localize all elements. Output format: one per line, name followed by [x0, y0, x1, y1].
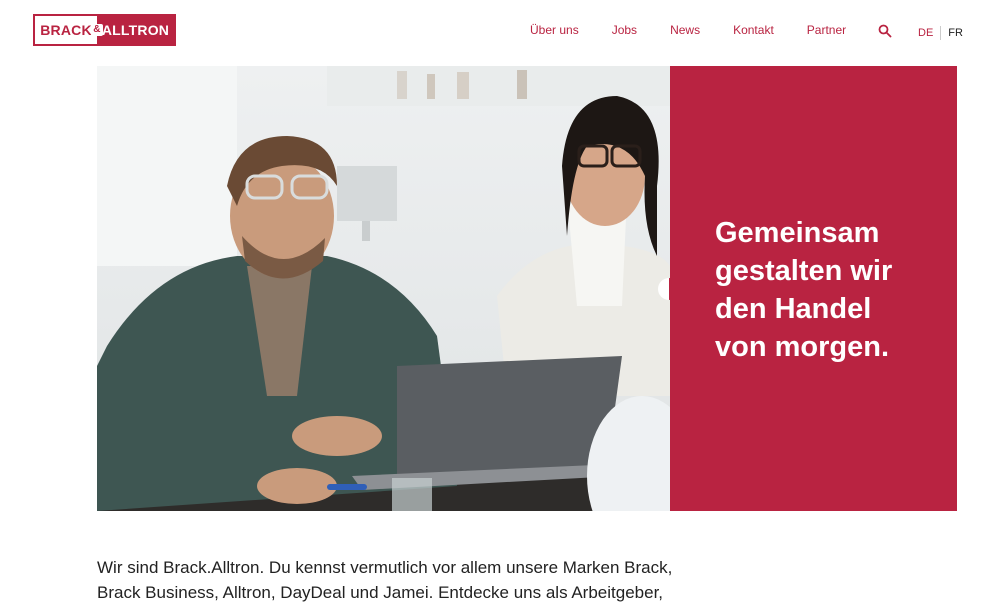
hero-panel: Gemeinsam gestalten wir den Handel von m… — [670, 66, 957, 511]
hero-divider-dot — [658, 278, 680, 300]
nav-news[interactable]: News — [670, 23, 700, 37]
lang-divider — [940, 26, 942, 40]
logo-alltron-text: ALLTRON — [101, 22, 170, 38]
nav-kontakt[interactable]: Kontakt — [733, 23, 774, 37]
lang-de[interactable]: DE — [918, 27, 933, 39]
logo-brack: BRACK — [35, 16, 97, 44]
nav-jobs[interactable]: Jobs — [612, 23, 637, 37]
nav-ueber-uns[interactable]: Über uns — [530, 23, 579, 37]
intro-text: Wir sind Brack.Alltron. Du kennst vermut… — [97, 555, 697, 605]
hero-photo — [97, 66, 670, 511]
lang-fr[interactable]: FR — [948, 27, 963, 39]
intro-line: Brack Business, Alltron, DayDeal und Jam… — [97, 583, 664, 602]
language-switcher: DE FR — [918, 26, 963, 40]
brand-logo[interactable]: BRACK & ALLTRON — [33, 14, 176, 46]
search-icon[interactable] — [878, 24, 892, 38]
nav-partner[interactable]: Partner — [807, 23, 846, 37]
intro-line: Wir sind Brack.Alltron. Du kennst vermut… — [97, 558, 673, 577]
logo-alltron: & ALLTRON — [91, 16, 174, 44]
office-meeting-illustration — [97, 66, 670, 511]
hero-banner: Gemeinsam gestalten wir den Handel von m… — [97, 66, 957, 511]
logo-ampersand: & — [91, 24, 103, 36]
main-nav: Über uns Jobs News Kontakt Partner — [530, 23, 879, 37]
hero-title: Gemeinsam gestalten wir den Handel von m… — [715, 217, 893, 363]
